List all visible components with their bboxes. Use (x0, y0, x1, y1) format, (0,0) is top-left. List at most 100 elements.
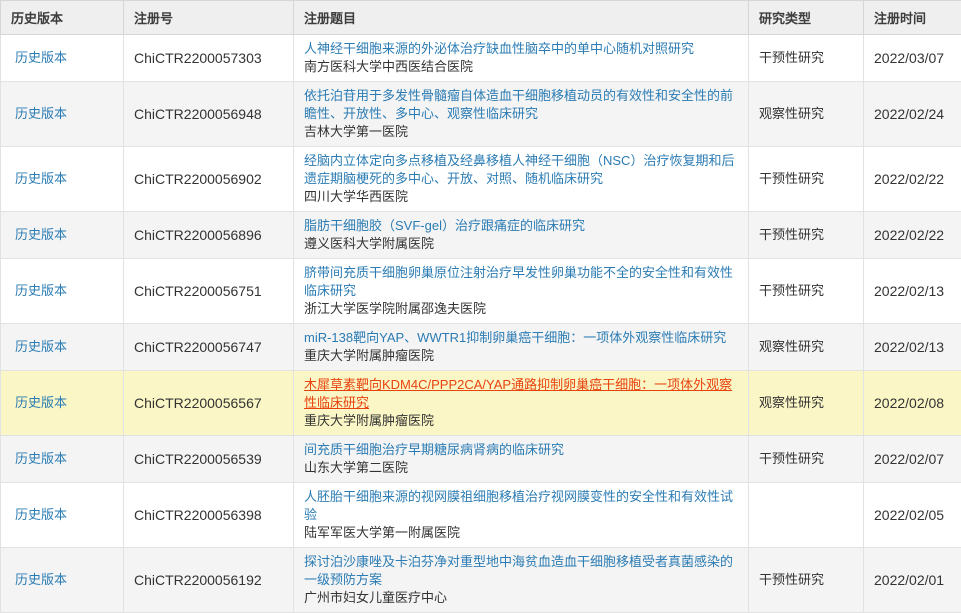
registration-number: ChiCTR2200056902 (134, 171, 262, 187)
registration-date: 2022/03/07 (874, 50, 944, 66)
study-type: 干预性研究 (759, 227, 824, 242)
trial-title-link[interactable]: 间充质干细胞治疗早期糖尿病肾病的临床研究 (304, 442, 564, 457)
history-version-link[interactable]: 历史版本 (15, 283, 67, 298)
registration-title-cell: 脐带间充质干细胞卵巢原位注射治疗早发性卵巢功能不全的安全性和有效性临床研究 浙江… (294, 259, 749, 324)
study-type-cell (749, 483, 864, 548)
trial-title-link[interactable]: 依托泊苷用于多发性骨髓瘤自体造血干细胞移植动员的有效性和安全性的前瞻性、开放性、… (304, 88, 733, 121)
study-type: 干预性研究 (759, 283, 824, 298)
hospital-name: 遵义医科大学附属医院 (304, 235, 738, 253)
study-type-cell: 干预性研究 (749, 436, 864, 483)
registration-date: 2022/02/01 (874, 572, 944, 588)
history-version-cell: 历史版本 (1, 147, 124, 212)
registration-title-cell: 经脑内立体定向多点移植及经鼻移植人神经干细胞（NSC）治疗恢复期和后遗症期脑梗死… (294, 147, 749, 212)
registration-title-cell: 人神经干细胞来源的外泌体治疗缺血性脑卒中的单中心随机对照研究 南方医科大学中西医… (294, 35, 749, 82)
history-version-cell: 历史版本 (1, 436, 124, 483)
table-row: 历史版本 ChiCTR2200056751 脐带间充质干细胞卵巢原位注射治疗早发… (1, 259, 961, 324)
registration-number-cell: ChiCTR2200056902 (124, 147, 294, 212)
history-version-link[interactable]: 历史版本 (15, 50, 67, 65)
trial-title-link[interactable]: 脂肪干细胞胶（SVF-gel）治疗跟痛症的临床研究 (304, 218, 585, 233)
registration-number-cell: ChiCTR2200056751 (124, 259, 294, 324)
trial-title-link[interactable]: miR-138靶向YAP、WWTR1抑制卵巢癌干细胞：一项体外观察性临床研究 (304, 330, 726, 345)
hospital-name: 广州市妇女儿童医疗中心 (304, 589, 738, 607)
table-header: 历史版本 注册号 注册题目 研究类型 注册时间 (1, 1, 961, 35)
trial-title-link[interactable]: 脐带间充质干细胞卵巢原位注射治疗早发性卵巢功能不全的安全性和有效性临床研究 (304, 265, 733, 298)
registration-number: ChiCTR2200057303 (134, 50, 262, 66)
table-row: 历史版本 ChiCTR2200056948 依托泊苷用于多发性骨髓瘤自体造血干细… (1, 82, 961, 147)
registration-date-cell: 2022/02/13 (864, 259, 961, 324)
table-header-row: 历史版本 注册号 注册题目 研究类型 注册时间 (1, 1, 961, 35)
registration-title-cell: 依托泊苷用于多发性骨髓瘤自体造血干细胞移植动员的有效性和安全性的前瞻性、开放性、… (294, 82, 749, 147)
registration-title-cell: 脂肪干细胞胶（SVF-gel）治疗跟痛症的临床研究 遵义医科大学附属医院 (294, 212, 749, 259)
history-version-link[interactable]: 历史版本 (15, 227, 67, 242)
registration-date-cell: 2022/03/07 (864, 35, 961, 82)
study-type-cell: 观察性研究 (749, 82, 864, 147)
study-type-cell: 观察性研究 (749, 324, 864, 371)
history-version-cell: 历史版本 (1, 82, 124, 147)
history-version-cell: 历史版本 (1, 548, 124, 613)
table-row: 历史版本 ChiCTR2200056902 经脑内立体定向多点移植及经鼻移植人神… (1, 147, 961, 212)
registration-title-cell: 探讨泊沙康唑及卡泊芬净对重型地中海贫血造血干细胞移植受者真菌感染的一级预防方案 … (294, 548, 749, 613)
registry-table: 历史版本 注册号 注册题目 研究类型 注册时间 历史版本 ChiCTR22000… (0, 0, 961, 613)
history-version-cell: 历史版本 (1, 483, 124, 548)
registration-date: 2022/02/13 (874, 339, 944, 355)
registration-number-cell: ChiCTR2200056567 (124, 371, 294, 436)
table-row: 历史版本 ChiCTR2200057303 人神经干细胞来源的外泌体治疗缺血性脑… (1, 35, 961, 82)
trial-title-link[interactable]: 人神经干细胞来源的外泌体治疗缺血性脑卒中的单中心随机对照研究 (304, 41, 694, 56)
study-type: 观察性研究 (759, 106, 824, 121)
registration-date: 2022/02/07 (874, 451, 944, 467)
study-type-cell: 干预性研究 (749, 212, 864, 259)
history-version-link[interactable]: 历史版本 (15, 171, 67, 186)
col-header-registration-date: 注册时间 (864, 1, 961, 35)
registration-date-cell: 2022/02/22 (864, 147, 961, 212)
registration-number: ChiCTR2200056896 (134, 227, 262, 243)
registration-date: 2022/02/05 (874, 507, 944, 523)
hospital-name: 浙江大学医学院附属邵逸夫医院 (304, 300, 738, 318)
trial-title-link[interactable]: 木犀草素靶向KDM4C/PPP2CA/YAP通路抑制卵巢癌干细胞：一项体外观察性… (304, 377, 732, 410)
registration-date-cell: 2022/02/05 (864, 483, 961, 548)
registration-number-cell: ChiCTR2200056896 (124, 212, 294, 259)
registration-date-cell: 2022/02/13 (864, 324, 961, 371)
table-body: 历史版本 ChiCTR2200057303 人神经干细胞来源的外泌体治疗缺血性脑… (1, 35, 961, 613)
registration-number: ChiCTR2200056192 (134, 572, 262, 588)
history-version-link[interactable]: 历史版本 (15, 106, 67, 121)
history-version-link[interactable]: 历史版本 (15, 572, 67, 587)
registration-date-cell: 2022/02/22 (864, 212, 961, 259)
study-type: 干预性研究 (759, 50, 824, 65)
study-type: 观察性研究 (759, 395, 824, 410)
study-type-cell: 干预性研究 (749, 147, 864, 212)
study-type: 干预性研究 (759, 171, 824, 186)
registration-date: 2022/02/22 (874, 171, 944, 187)
registration-number: ChiCTR2200056398 (134, 507, 262, 523)
registration-title-cell: 人胚胎干细胞来源的视网膜祖细胞移植治疗视网膜变性的安全性和有效性试验 陆军军医大… (294, 483, 749, 548)
trial-title-link[interactable]: 经脑内立体定向多点移植及经鼻移植人神经干细胞（NSC）治疗恢复期和后遗症期脑梗死… (304, 153, 734, 186)
registration-number: ChiCTR2200056747 (134, 339, 262, 355)
hospital-name: 重庆大学附属肿瘤医院 (304, 412, 738, 430)
table-row: 历史版本 ChiCTR2200056896 脂肪干细胞胶（SVF-gel）治疗跟… (1, 212, 961, 259)
registration-date: 2022/02/24 (874, 106, 944, 122)
registration-number-cell: ChiCTR2200056948 (124, 82, 294, 147)
history-version-link[interactable]: 历史版本 (15, 507, 67, 522)
history-version-link[interactable]: 历史版本 (15, 339, 67, 354)
registration-date: 2022/02/13 (874, 283, 944, 299)
registration-number: ChiCTR2200056751 (134, 283, 262, 299)
table-row: 历史版本 ChiCTR2200056567 木犀草素靶向KDM4C/PPP2CA… (1, 371, 961, 436)
table-row: 历史版本 ChiCTR2200056539 间充质干细胞治疗早期糖尿病肾病的临床… (1, 436, 961, 483)
col-header-registration-title: 注册题目 (294, 1, 749, 35)
history-version-link[interactable]: 历史版本 (15, 395, 67, 410)
history-version-cell: 历史版本 (1, 35, 124, 82)
trial-title-link[interactable]: 探讨泊沙康唑及卡泊芬净对重型地中海贫血造血干细胞移植受者真菌感染的一级预防方案 (304, 554, 733, 587)
history-version-link[interactable]: 历史版本 (15, 451, 67, 466)
trial-title-link[interactable]: 人胚胎干细胞来源的视网膜祖细胞移植治疗视网膜变性的安全性和有效性试验 (304, 489, 733, 522)
study-type: 观察性研究 (759, 339, 824, 354)
registration-date-cell: 2022/02/08 (864, 371, 961, 436)
registration-number-cell: ChiCTR2200056398 (124, 483, 294, 548)
col-header-registration-number: 注册号 (124, 1, 294, 35)
study-type-cell: 干预性研究 (749, 548, 864, 613)
history-version-cell: 历史版本 (1, 324, 124, 371)
registration-date: 2022/02/08 (874, 395, 944, 411)
registration-number-cell: ChiCTR2200057303 (124, 35, 294, 82)
study-type-cell: 观察性研究 (749, 371, 864, 436)
registration-number-cell: ChiCTR2200056747 (124, 324, 294, 371)
history-version-cell: 历史版本 (1, 259, 124, 324)
hospital-name: 四川大学华西医院 (304, 188, 738, 206)
